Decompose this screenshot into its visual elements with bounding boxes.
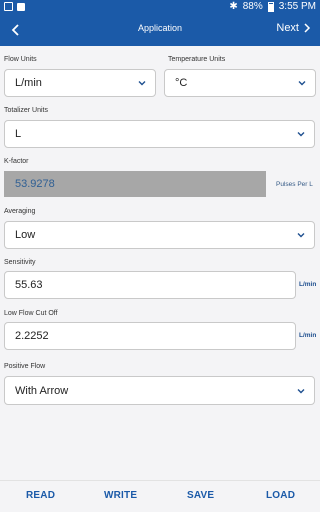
low-flow-cut-off-unit: L/min [299,332,317,339]
k-factor-label: K-factor [4,158,29,165]
k-factor-unit: Pulses Per L [276,181,313,188]
chevron-down-icon [298,81,306,86]
battery-icon [267,1,274,12]
app-bar: Application Next [0,14,320,46]
averaging-label: Averaging [4,208,36,215]
averaging-dropdown[interactable]: Low [4,221,315,249]
k-factor-field: 53.9278 [4,171,266,197]
status-bar: ✱ 88% 3:55 PM [0,0,320,14]
low-flow-cut-off-value: 2.2252 [15,330,49,342]
battery-percentage: 88% [242,1,263,12]
lock-icon [17,3,25,11]
positive-flow-value: With Arrow [15,384,69,397]
load-button[interactable]: LOAD [266,490,295,501]
chevron-down-icon [138,81,146,86]
bluetooth-icon: ✱ [229,1,238,12]
flow-units-dropdown[interactable]: L/min [4,69,156,97]
flow-units-label: Flow Units [4,56,37,63]
totalizer-units-dropdown[interactable]: L [4,120,315,148]
k-factor-value: 53.9278 [15,178,55,190]
totalizer-units-label: Totalizer Units [4,107,48,114]
temperature-units-label: Temperature Units [168,56,226,63]
status-time: 3:55 PM [278,1,316,12]
bottom-action-bar: READ WRITE SAVE LOAD [0,480,320,512]
low-flow-cut-off-label: Low Flow Cut Off [4,310,58,317]
write-button[interactable]: WRITE [104,490,137,501]
sensitivity-unit: L/min [299,281,317,288]
read-button[interactable]: READ [26,490,55,501]
temperature-units-value: °C [175,77,188,89]
status-right: ✱ 88% 3:55 PM [229,1,316,12]
next-label: Next [276,22,299,34]
page-title: Application [137,23,183,33]
low-flow-cut-off-input[interactable]: 2.2252 [4,322,296,350]
positive-flow-dropdown[interactable]: With Arrow [4,376,315,405]
sensitivity-label: Sensitivity [4,259,36,266]
averaging-value: Low [15,229,36,241]
save-button[interactable]: SAVE [187,490,214,501]
chevron-down-icon [297,132,305,137]
sensitivity-value: 55.63 [15,279,43,291]
flow-units-value: L/min [15,77,42,89]
positive-flow-label: Positive Flow [4,363,46,370]
temperature-units-dropdown[interactable]: °C [164,69,316,97]
next-button[interactable]: Next [276,22,312,34]
totalizer-units-value: L [15,128,22,140]
chevron-down-icon [297,233,305,238]
status-left-icons [4,1,25,11]
image-notification-icon [4,1,13,11]
sensitivity-input[interactable]: 55.63 [4,271,296,299]
chevron-right-icon [304,23,311,33]
chevron-down-icon [297,388,305,393]
